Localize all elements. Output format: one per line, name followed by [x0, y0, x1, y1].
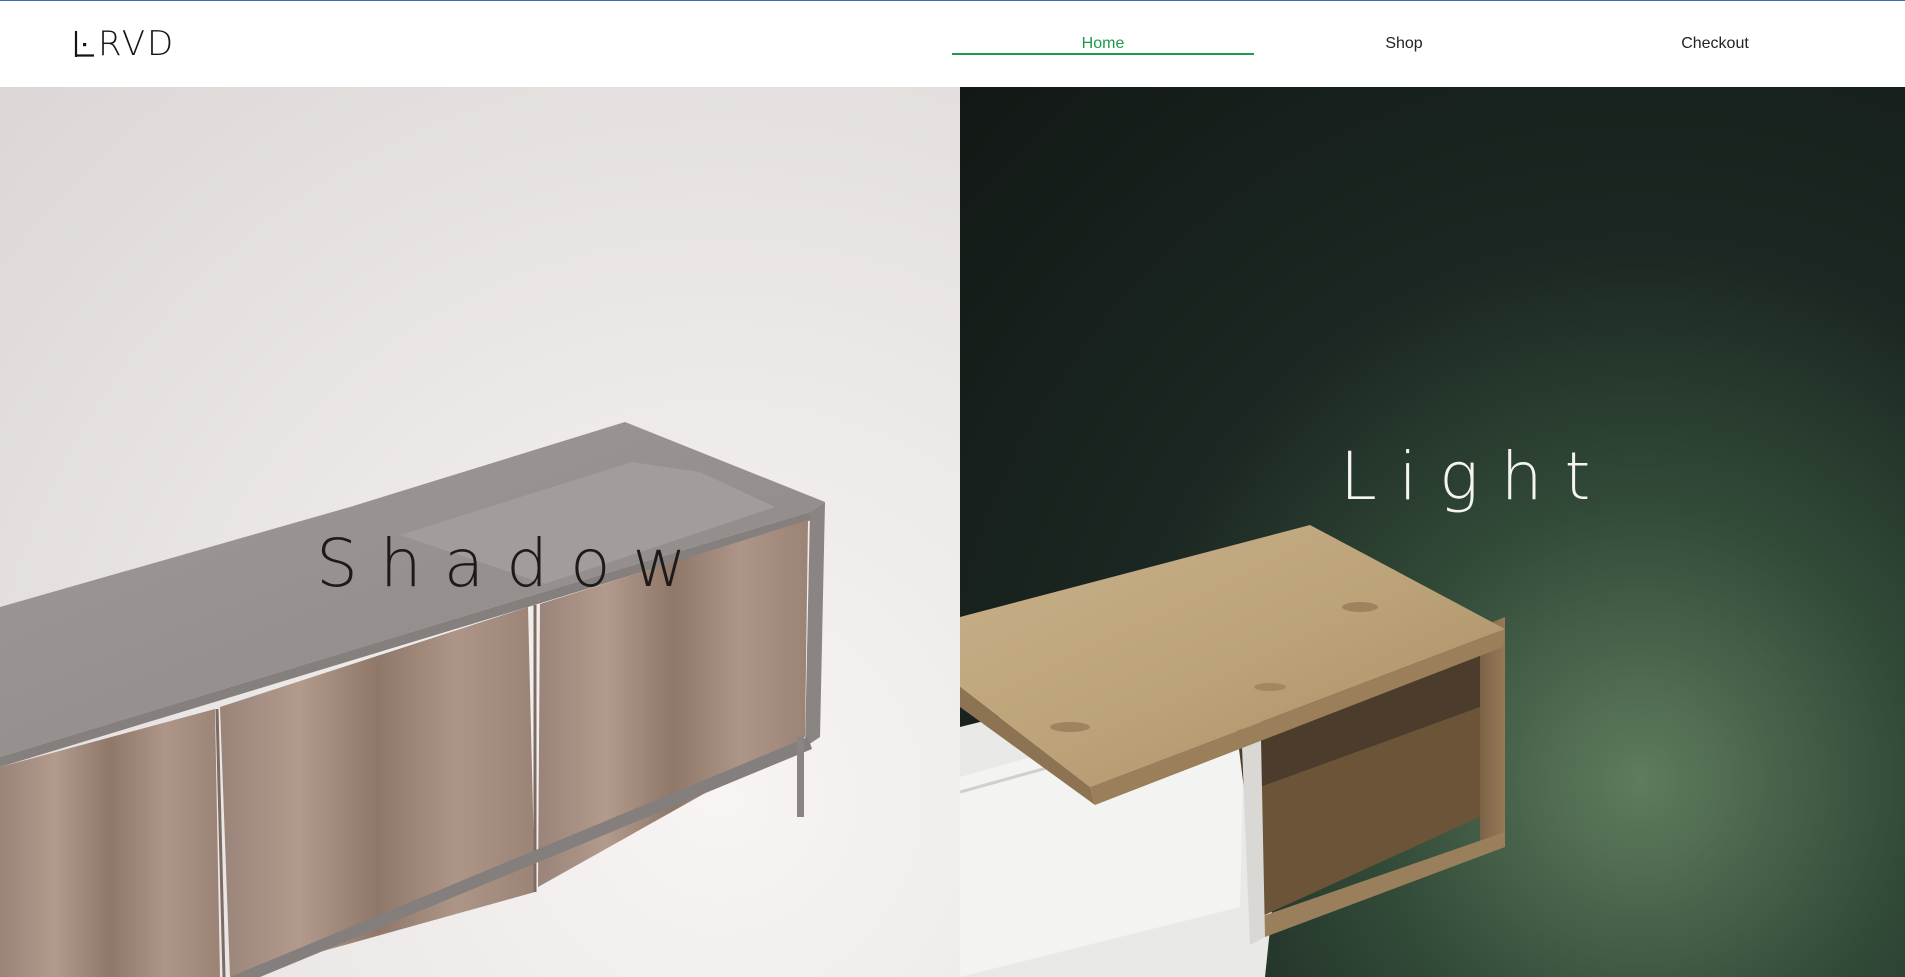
- light-cabinet-image: [960, 525, 1505, 977]
- logo-mark-icon: [74, 29, 96, 59]
- light-title: Light: [1340, 438, 1613, 515]
- shadow-title: Shadow: [316, 525, 709, 602]
- brand-logo[interactable]: RVD: [74, 27, 184, 61]
- logo-text: RVD: [98, 24, 176, 64]
- nav-home-label: Home: [1081, 35, 1125, 52]
- nav-home-link[interactable]: Home: [952, 1, 1254, 87]
- main-nav: Home Shop Checkout: [952, 1, 1876, 87]
- nav-shop-label: Shop: [1385, 35, 1423, 52]
- nav-shop-link[interactable]: Shop: [1254, 1, 1554, 87]
- active-underline: [952, 53, 1254, 55]
- site-header: RVD Home Shop Checkout: [0, 1, 1905, 87]
- nav-checkout-link[interactable]: Checkout: [1554, 1, 1876, 87]
- light-collection-panel[interactable]: Light: [960, 87, 1905, 977]
- shadow-collection-panel[interactable]: Shadow: [0, 87, 960, 977]
- nav-checkout-label: Checkout: [1681, 35, 1749, 52]
